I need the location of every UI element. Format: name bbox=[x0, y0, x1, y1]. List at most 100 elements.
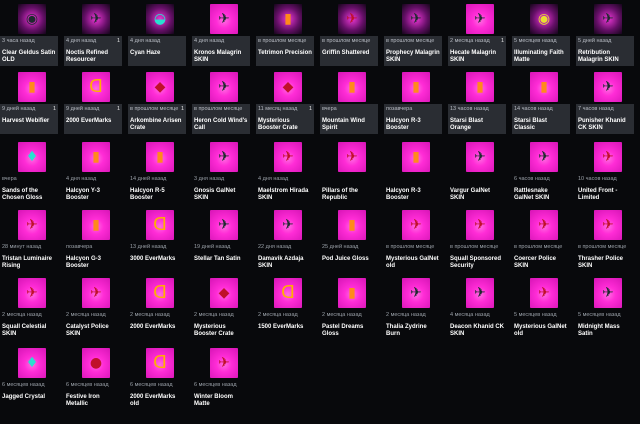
reward-item[interactable]: ᗡ 9 дней назад 1 2000 EverMarks bbox=[64, 70, 122, 134]
reward-item[interactable]: ▮ 13 часов назад Starsi Blast Orange bbox=[448, 70, 506, 134]
reward-item[interactable]: ✈ Pillars of the Republic bbox=[320, 140, 378, 204]
reward-thumbnail[interactable]: ▮ bbox=[146, 142, 174, 172]
reward-item[interactable]: ◒ 4 дня назад Cyan Haze bbox=[128, 2, 186, 66]
reward-thumbnail[interactable]: ✈ bbox=[210, 4, 238, 34]
reward-thumbnail[interactable]: ✈ bbox=[82, 278, 110, 308]
reward-thumbnail[interactable]: ✈ bbox=[18, 210, 46, 240]
reward-item[interactable]: ✈ в прошлом месяце Squall Sponsored Securi… bbox=[448, 208, 506, 272]
reward-thumbnail[interactable]: ✈ bbox=[402, 278, 430, 308]
reward-thumbnail[interactable]: ◒ bbox=[146, 4, 174, 34]
reward-thumbnail[interactable]: ✈ bbox=[466, 278, 494, 308]
reward-item[interactable]: ▮ 9 дней назад 1 Harvest Webifier bbox=[0, 70, 58, 134]
reward-item[interactable]: ᗡ 2 месяца назад 1500 EverMarks bbox=[256, 276, 314, 340]
reward-thumbnail[interactable]: ▮ bbox=[530, 72, 558, 102]
reward-item[interactable]: ♦ 6 месяцев назад Jagged Crystal bbox=[0, 346, 58, 410]
reward-thumbnail[interactable]: ✈ bbox=[402, 4, 430, 34]
reward-item[interactable]: ▮ вчера Mountain Wind Spirit bbox=[320, 70, 378, 134]
reward-thumbnail[interactable]: ▮ bbox=[466, 72, 494, 102]
reward-thumbnail[interactable]: ✈ bbox=[530, 142, 558, 172]
reward-thumbnail[interactable]: ✈ bbox=[210, 72, 238, 102]
reward-item[interactable]: ✈ 2 месяца назад Catalyst Police SKIN bbox=[64, 276, 122, 340]
reward-item[interactable]: ▮ Halcyon R-3 Booster bbox=[384, 140, 442, 204]
reward-item[interactable]: ✈ 4 дня назад Kronos Malagrin SKIN bbox=[192, 2, 250, 66]
reward-item[interactable]: ▮ 14 часов назад Starsi Blast Classic bbox=[512, 70, 570, 134]
reward-thumbnail[interactable]: ◉ bbox=[18, 4, 46, 34]
reward-thumbnail[interactable]: ᗡ bbox=[146, 210, 174, 240]
reward-item[interactable]: ▮ позавчера Halcyon R-3 Booster bbox=[384, 70, 442, 134]
reward-item[interactable]: ◆ в прошлом месяце 1 Arkombine Arisen Crate bbox=[128, 70, 186, 134]
reward-item[interactable]: ✈ 2 месяца назад 1 Hecate Malagrin SKIN bbox=[448, 2, 506, 66]
reward-thumbnail[interactable]: ✈ bbox=[338, 142, 366, 172]
reward-thumbnail[interactable]: ▮ bbox=[338, 210, 366, 240]
reward-thumbnail[interactable]: ᗡ bbox=[146, 348, 174, 378]
reward-thumbnail[interactable]: ✈ bbox=[82, 4, 110, 34]
reward-thumbnail[interactable]: ▮ bbox=[82, 142, 110, 172]
reward-thumbnail[interactable]: ▮ bbox=[18, 72, 46, 102]
reward-item[interactable]: ✈ в прошлом месяце Coercer Police SKIN bbox=[512, 208, 570, 272]
reward-thumbnail[interactable]: ◆ bbox=[210, 278, 238, 308]
reward-item[interactable]: ◆ 11 месяц назад 1 Mysterious Booster Crate bbox=[256, 70, 314, 134]
reward-item[interactable]: ✈ 19 дней назад Stellar Tan Satin bbox=[192, 208, 250, 272]
reward-item[interactable]: ▮ 14 дней назад Halcyon R-5 Booster bbox=[128, 140, 186, 204]
reward-thumbnail[interactable]: ● bbox=[82, 348, 110, 378]
reward-thumbnail[interactable]: ◉ bbox=[530, 4, 558, 34]
reward-item[interactable]: ✈ 10 часов назад United Front - Limited bbox=[576, 140, 634, 204]
reward-thumbnail[interactable]: ✈ bbox=[18, 278, 46, 308]
reward-thumbnail[interactable]: ✈ bbox=[466, 142, 494, 172]
reward-thumbnail[interactable]: ✈ bbox=[594, 72, 622, 102]
reward-item[interactable]: ▮ в прошлом месяце Tetrimon Precision bbox=[256, 2, 314, 66]
reward-thumbnail[interactable]: ✈ bbox=[466, 4, 494, 34]
reward-thumbnail[interactable]: ▮ bbox=[402, 72, 430, 102]
reward-item[interactable]: ✈ 3 дня назад Gnosis GalNet SKIN bbox=[192, 140, 250, 204]
reward-thumbnail[interactable]: ♦ bbox=[18, 142, 46, 172]
reward-item[interactable]: ᗡ 2 месяца назад 2000 EverMarks bbox=[128, 276, 186, 340]
reward-item[interactable]: ✈ 4 месяца назад Deacon Khanid CK SKIN bbox=[448, 276, 506, 340]
reward-thumbnail[interactable]: ᗡ bbox=[82, 72, 110, 102]
reward-thumbnail[interactable]: ✈ bbox=[594, 278, 622, 308]
reward-item[interactable]: ◉ 3 часа назад Clear Geldus Satin OLD bbox=[0, 2, 58, 66]
reward-thumbnail[interactable]: ✈ bbox=[338, 4, 366, 34]
reward-thumbnail[interactable]: ▮ bbox=[274, 4, 302, 34]
reward-item[interactable]: ✈ 28 минут назад Tristan Luminaire Rising bbox=[0, 208, 58, 272]
reward-thumbnail[interactable]: ✈ bbox=[210, 348, 238, 378]
reward-item[interactable]: ᗡ 13 дней назад 3000 EverMarks bbox=[128, 208, 186, 272]
reward-thumbnail[interactable]: ✈ bbox=[466, 210, 494, 240]
reward-item[interactable]: ✈ в прошлом месяце Thrasher Police SKIN bbox=[576, 208, 634, 272]
reward-thumbnail[interactable]: ▮ bbox=[338, 72, 366, 102]
reward-item[interactable]: ✈ 4 дня назад Maelstrom Hirada SKIN bbox=[256, 140, 314, 204]
reward-item[interactable]: ✈ в прошлом месяце Griffin Shattered bbox=[320, 2, 378, 66]
reward-item[interactable]: ▮ позавчера Halcyon G-3 Booster bbox=[64, 208, 122, 272]
reward-item[interactable]: ✈ 5 месяцев назад Mysterious GalNet old bbox=[512, 276, 570, 340]
reward-thumbnail[interactable]: ♦ bbox=[18, 348, 46, 378]
reward-thumbnail[interactable]: ✈ bbox=[402, 210, 430, 240]
reward-thumbnail[interactable]: ▮ bbox=[338, 278, 366, 308]
reward-item[interactable]: ◆ 2 месяца назад Mysterious Booster Crate bbox=[192, 276, 250, 340]
reward-thumbnail[interactable]: ✈ bbox=[210, 142, 238, 172]
reward-item[interactable]: ✈ Vargur GalNet SKIN bbox=[448, 140, 506, 204]
reward-item[interactable]: ✈ в прошлом месяце Mysterious GalNet old bbox=[384, 208, 442, 272]
reward-thumbnail[interactable]: ▮ bbox=[402, 142, 430, 172]
reward-item[interactable]: ᗡ 6 месяцев назад 2000 EverMarks old bbox=[128, 346, 186, 410]
reward-thumbnail[interactable]: ✈ bbox=[594, 210, 622, 240]
reward-thumbnail[interactable]: ✈ bbox=[274, 210, 302, 240]
reward-thumbnail[interactable]: ᗡ bbox=[146, 278, 174, 308]
reward-item[interactable]: ✈ 5 дней назад Retribution Malagrin SKIN bbox=[576, 2, 634, 66]
reward-item[interactable]: ▮ 4 дня назад Halcyon Y-3 Booster bbox=[64, 140, 122, 204]
reward-item[interactable]: ✈ 6 часов назад Rattlesnake GalNet SKIN bbox=[512, 140, 570, 204]
reward-thumbnail[interactable]: ✈ bbox=[594, 4, 622, 34]
reward-thumbnail[interactable]: ✈ bbox=[530, 278, 558, 308]
reward-item[interactable]: ✈ в прошлом месяце Prophecy Malagrin SKIN bbox=[384, 2, 442, 66]
reward-thumbnail[interactable]: ✈ bbox=[274, 142, 302, 172]
reward-item[interactable]: ◉ 5 месяцев назад Illuminating Faith Matte bbox=[512, 2, 570, 66]
reward-thumbnail[interactable]: ◆ bbox=[274, 72, 302, 102]
reward-item[interactable]: ✈ 2 месяца назад Squall Celestial SKIN bbox=[0, 276, 58, 340]
reward-item[interactable]: ✈ 7 часов назад Punisher Khanid CK SKIN bbox=[576, 70, 634, 134]
reward-thumbnail[interactable]: ᗡ bbox=[274, 278, 302, 308]
reward-item[interactable]: ✈ 5 месяцев назад Midnight Mass Satin bbox=[576, 276, 634, 340]
reward-thumbnail[interactable]: ✈ bbox=[594, 142, 622, 172]
reward-item[interactable]: ✈ 2 месяца назад Thalia Zydrine Burn bbox=[384, 276, 442, 340]
reward-item[interactable]: ✈ в прошлом месяце Heron Cold Wind's Call bbox=[192, 70, 250, 134]
reward-thumbnail[interactable]: ✈ bbox=[210, 210, 238, 240]
reward-item[interactable]: ▮ 25 дней назад Pod Juice Gloss bbox=[320, 208, 378, 272]
reward-thumbnail[interactable]: ✈ bbox=[530, 210, 558, 240]
